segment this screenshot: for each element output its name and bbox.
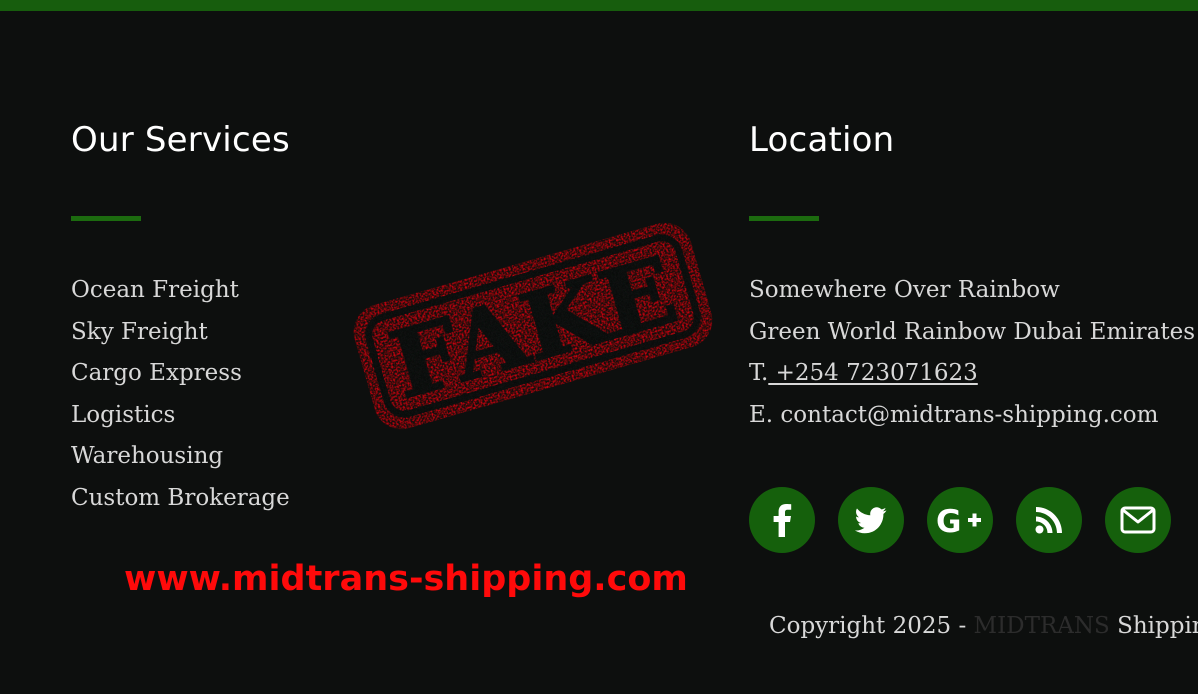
service-link-cargo-express[interactable]: Cargo Express: [71, 355, 290, 397]
copyright-brand: MIDTRANS: [973, 613, 1110, 639]
copyright-suffix: Shipping: [1117, 613, 1198, 639]
google-plus-button[interactable]: G: [927, 487, 993, 553]
email-link[interactable]: contact@midtrans-shipping.com: [780, 402, 1158, 428]
services-divider: [71, 216, 141, 221]
service-link-ocean-freight[interactable]: Ocean Freight: [71, 272, 290, 314]
mail-button[interactable]: [1105, 487, 1171, 553]
services-list: Ocean Freight Sky Freight Cargo Express …: [71, 272, 290, 521]
copyright-text: Copyright 2025 - MIDTRANS Shipping: [769, 608, 1198, 644]
address-line-1: Somewhere Over Rainbow: [749, 277, 1060, 303]
google-plus-icon: G: [936, 504, 981, 536]
svg-text:G: G: [936, 504, 961, 536]
mail-icon: [1120, 506, 1156, 534]
social-links: G: [749, 487, 1171, 553]
phone-prefix: T.: [749, 360, 769, 386]
copyright-prefix: Copyright 2025 -: [769, 613, 974, 639]
email-prefix: E.: [749, 401, 774, 428]
facebook-icon: [773, 504, 792, 537]
service-link-logistics[interactable]: Logistics: [71, 397, 290, 439]
location-divider: [749, 216, 819, 221]
address-line-2: Green World Rainbow Dubai Emirates: [749, 318, 1195, 345]
watermark-url: www.midtrans-shipping.com: [124, 559, 688, 599]
twitter-icon: [855, 506, 887, 533]
twitter-button[interactable]: [838, 487, 904, 553]
location-title: Location: [749, 120, 895, 160]
facebook-button[interactable]: [749, 487, 815, 553]
location-details: Somewhere Over Rainbow Green World Rainb…: [749, 272, 1195, 438]
service-link-sky-freight[interactable]: Sky Freight: [71, 314, 290, 356]
rss-button[interactable]: [1016, 487, 1082, 553]
service-link-custom-brokerage[interactable]: Custom Brokerage: [71, 480, 290, 522]
email-row: E. contact@midtrans-shipping.com: [749, 397, 1195, 439]
phone-row: T. +254 723071623: [749, 355, 1195, 397]
phone-link[interactable]: +254 723071623: [768, 360, 978, 386]
services-title: Our Services: [71, 120, 290, 160]
fake-stamp: FAKE Text: [353, 222, 713, 430]
top-accent-bar: [0, 0, 1198, 11]
rss-icon: [1035, 507, 1062, 534]
service-link-warehousing[interactable]: Warehousing: [71, 438, 290, 480]
